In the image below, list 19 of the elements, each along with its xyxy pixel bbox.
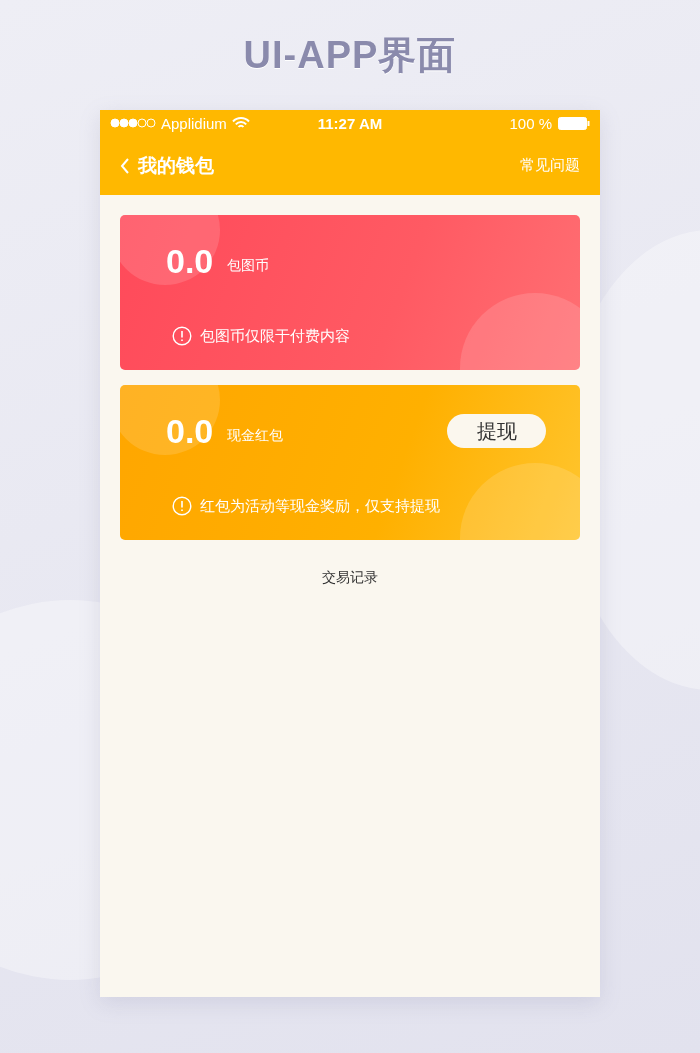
status-time: 11:27 AM xyxy=(317,114,383,132)
carrier-name: Applidium xyxy=(161,114,227,132)
back-icon[interactable] xyxy=(120,157,130,174)
card-note: 包图币仅限于付费内容 xyxy=(200,326,350,346)
info-icon xyxy=(172,326,192,346)
card-note: 红包为活动等现金奖励，仅支持提现 xyxy=(200,496,440,516)
page-headline: UI-APP界面 xyxy=(243,32,457,78)
signal-icon xyxy=(110,118,156,128)
battery-percent: 100 % xyxy=(509,114,552,132)
balance-amount: 0.0 xyxy=(166,411,214,451)
wifi-icon xyxy=(231,116,250,130)
withdraw-button[interactable]: 提现 xyxy=(447,414,546,448)
transactions-link[interactable]: 交易记录 xyxy=(322,569,378,587)
balance-label: 包图币 xyxy=(227,257,271,275)
page-title: 我的钱包 xyxy=(138,152,215,178)
balance-amount: 0.0 xyxy=(166,241,214,281)
balance-label: 现金红包 xyxy=(227,427,285,445)
battery-icon xyxy=(558,116,590,130)
info-icon xyxy=(172,496,192,516)
